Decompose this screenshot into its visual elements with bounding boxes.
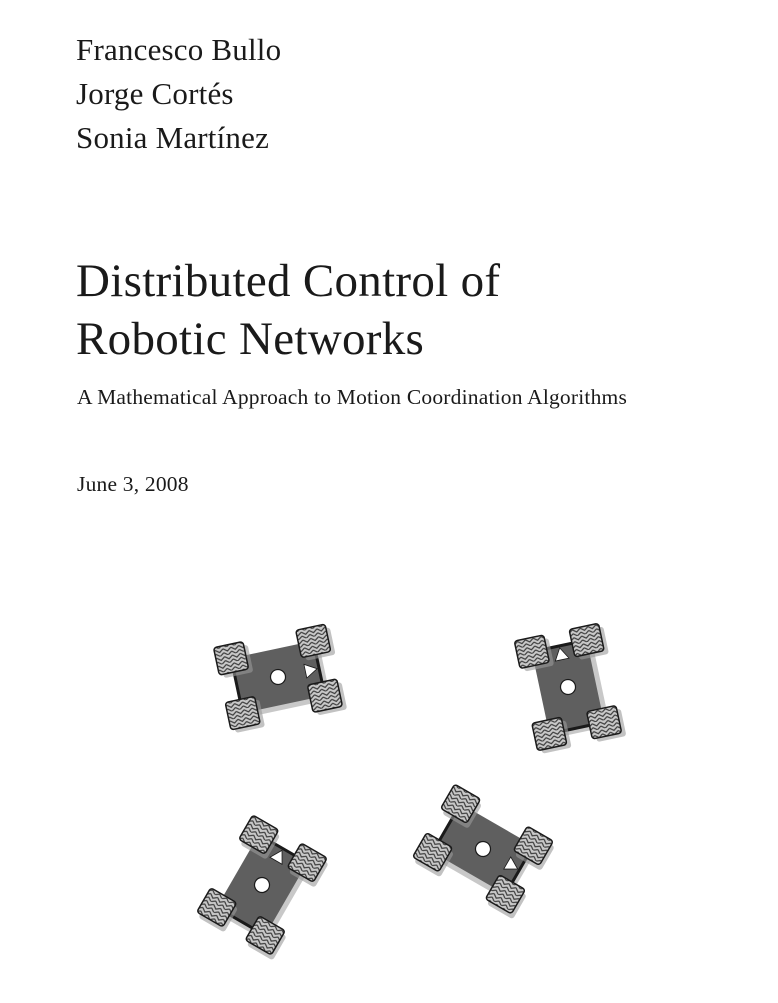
center-marker: [269, 668, 287, 686]
book-title-line: Robotic Networks: [76, 313, 425, 365]
robot-3: [197, 815, 328, 960]
book-title-line: Distributed Control of: [76, 255, 501, 307]
wheel: [440, 784, 481, 824]
wheel: [245, 916, 285, 955]
wheel: [307, 678, 343, 713]
center-marker: [474, 840, 492, 858]
book-subtitle: A Mathematical Approach to Motion Coordi…: [77, 385, 628, 409]
author-name: Jorge Cortés: [76, 76, 234, 111]
robot-1: [213, 623, 347, 733]
heading-arrow: [269, 849, 283, 865]
wheel: [224, 696, 261, 731]
author-name: Sonia Martínez: [76, 120, 270, 155]
author-name: Francesco Bullo: [76, 32, 282, 67]
publication-date: June 3, 2008: [77, 472, 189, 496]
author-list: Francesco Bullo Jorge Cortés Sonia Martí…: [76, 28, 281, 160]
book-title: Distributed Control of Robotic Networks: [76, 252, 500, 368]
center-marker: [559, 678, 577, 696]
heading-arrow: [554, 647, 570, 662]
wheel: [287, 843, 327, 882]
wheel: [213, 641, 249, 676]
heading-arrow: [503, 856, 519, 870]
center-marker: [253, 876, 271, 894]
wheel: [485, 874, 526, 914]
wheel: [586, 705, 622, 740]
wheel: [568, 623, 605, 658]
wheel: [531, 716, 568, 751]
wheel: [295, 623, 332, 658]
wheel: [412, 832, 453, 872]
robot-2: [514, 623, 626, 754]
robot-4: [412, 784, 554, 919]
wheel: [239, 815, 279, 854]
wheel: [513, 826, 554, 866]
wheel: [197, 888, 237, 927]
robot-group: [197, 623, 626, 960]
heading-arrow: [303, 663, 318, 679]
wheel: [514, 634, 550, 669]
